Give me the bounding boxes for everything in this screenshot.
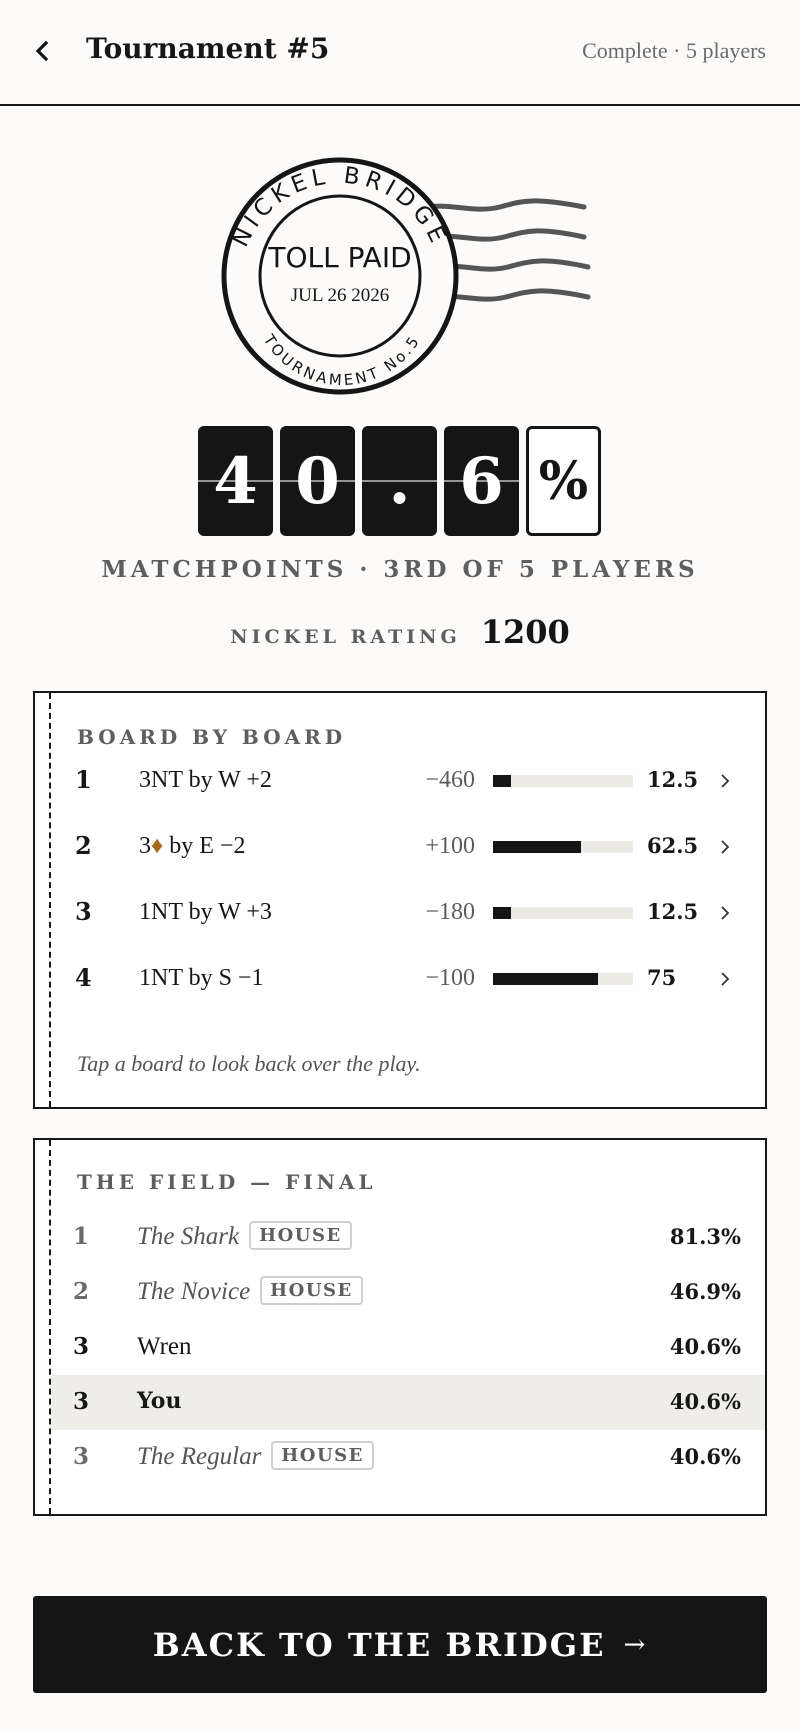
standings-row: 1 The Shark HOUSE 81.3% <box>51 1210 765 1265</box>
standing-rank: 3 <box>73 1443 90 1470</box>
board-row[interactable]: 4 1NT by S −1 −100 75 <box>35 951 765 1007</box>
score-digit: 6 <box>444 426 519 536</box>
board-number: 2 <box>75 831 92 860</box>
matchpoint-bar-fill <box>493 973 598 985</box>
board-score: −100 <box>425 965 475 991</box>
matchpoint-bar-fill <box>493 841 581 853</box>
toll-paid-stamp: NICKEL BRIDGE TOURNAMENT No.5 TOLL PAID … <box>212 155 602 400</box>
board-number: 3 <box>75 897 92 926</box>
page-title: Tournament #5 <box>86 32 330 65</box>
top-bar: Tournament #5 Complete · 5 players <box>0 0 800 106</box>
score-digit: . <box>362 426 437 536</box>
board-matchpoints: 12.5 <box>647 899 699 924</box>
standing-percent: 40.6% <box>669 1444 741 1469</box>
matchpoint-score: 4 0 . 6 % <box>198 426 601 538</box>
board-matchpoints: 12.5 <box>647 767 699 792</box>
standing-rank: 3 <box>73 1388 90 1415</box>
nickel-rating: NICKEL RATING 1200 <box>0 613 800 651</box>
board-score: −460 <box>425 767 475 793</box>
board-contract: 1NT by W +3 <box>139 899 272 925</box>
house-badge: HOUSE <box>271 1440 374 1470</box>
standing-name: The Shark HOUSE <box>137 1220 352 1251</box>
matchpoint-bar-fill <box>493 907 511 919</box>
card-title: BOARD BY BOARD <box>77 725 347 749</box>
house-badge: HOUSE <box>249 1220 352 1250</box>
standing-rank: 2 <box>73 1278 90 1305</box>
score-percent-sign: % <box>526 426 601 536</box>
arrow-right-icon: → <box>623 1629 648 1660</box>
board-number: 1 <box>75 765 92 794</box>
board-row[interactable]: 1 3NT by W +2 −460 12.5 <box>35 753 765 809</box>
chevron-right-icon <box>721 906 730 920</box>
matchpoint-bar <box>493 973 633 985</box>
board-contract: 3♦ by E −2 <box>139 833 246 859</box>
standing-name: You <box>137 1388 182 1414</box>
board-row[interactable]: 2 3♦ by E −2 +100 62.5 <box>35 819 765 875</box>
chevron-right-icon <box>721 840 730 854</box>
cta-label: BACK TO THE BRIDGE <box>152 1625 606 1664</box>
chevron-right-icon <box>721 774 730 788</box>
standing-percent: 81.3% <box>669 1224 741 1249</box>
board-hint: Tap a board to look back over the play. <box>77 1051 421 1076</box>
standings-row: 3 Wren 40.6% <box>51 1320 765 1375</box>
stamp-date: JUL 26 2026 <box>291 285 390 306</box>
standing-name: The Regular HOUSE <box>137 1440 374 1471</box>
board-number: 4 <box>75 963 92 992</box>
standing-rank: 1 <box>73 1223 90 1250</box>
board-matchpoints: 62.5 <box>647 833 699 858</box>
score-digit: 0 <box>280 426 355 536</box>
back-button[interactable] <box>26 34 58 68</box>
matchpoint-bar <box>493 775 633 787</box>
chevron-left-icon <box>35 40 49 62</box>
stamp-center-text: TOLL PAID <box>267 241 411 274</box>
matchpoints-summary: MATCHPOINTS · 3RD OF 5 PLAYERS <box>101 556 699 583</box>
diamond-suit-icon: ♦ <box>151 833 164 859</box>
board-by-board-card: BOARD BY BOARD 1 3NT by W +2 −460 12.5 2… <box>33 691 767 1109</box>
board-row[interactable]: 3 1NT by W +3 −180 12.5 <box>35 885 765 941</box>
standings-row-you: 3 You 40.6% <box>51 1375 765 1430</box>
rating-label: NICKEL RATING <box>230 626 461 648</box>
standing-percent: 40.6% <box>669 1389 741 1414</box>
tournament-status: Complete · 5 players <box>582 38 766 63</box>
standing-name: The Novice HOUSE <box>137 1275 363 1306</box>
board-score: −180 <box>425 899 475 925</box>
board-matchpoints: 75 <box>647 965 677 990</box>
back-to-bridge-button[interactable]: BACK TO THE BRIDGE → <box>33 1596 767 1693</box>
board-contract: 1NT by S −1 <box>139 965 264 991</box>
chevron-right-icon <box>721 972 730 986</box>
standing-name: Wren <box>137 1333 192 1360</box>
standings-row: 2 The Novice HOUSE 46.9% <box>51 1265 765 1320</box>
board-contract: 3NT by W +2 <box>139 767 272 793</box>
matchpoint-bar-fill <box>493 775 511 787</box>
field-standings-card: THE FIELD — FINAL 1 The Shark HOUSE 81.3%… <box>33 1138 767 1516</box>
score-digit: 4 <box>198 426 273 536</box>
card-title: THE FIELD — FINAL <box>77 1170 377 1194</box>
matchpoint-bar <box>493 907 633 919</box>
standing-percent: 40.6% <box>669 1334 741 1359</box>
matchpoint-bar <box>493 841 633 853</box>
standing-percent: 46.9% <box>669 1279 741 1304</box>
house-badge: HOUSE <box>260 1275 363 1305</box>
standing-rank: 3 <box>73 1333 90 1360</box>
board-score: +100 <box>425 833 475 859</box>
rating-value: 1200 <box>480 613 570 651</box>
standings-row: 3 The Regular HOUSE 40.6% <box>51 1430 765 1485</box>
